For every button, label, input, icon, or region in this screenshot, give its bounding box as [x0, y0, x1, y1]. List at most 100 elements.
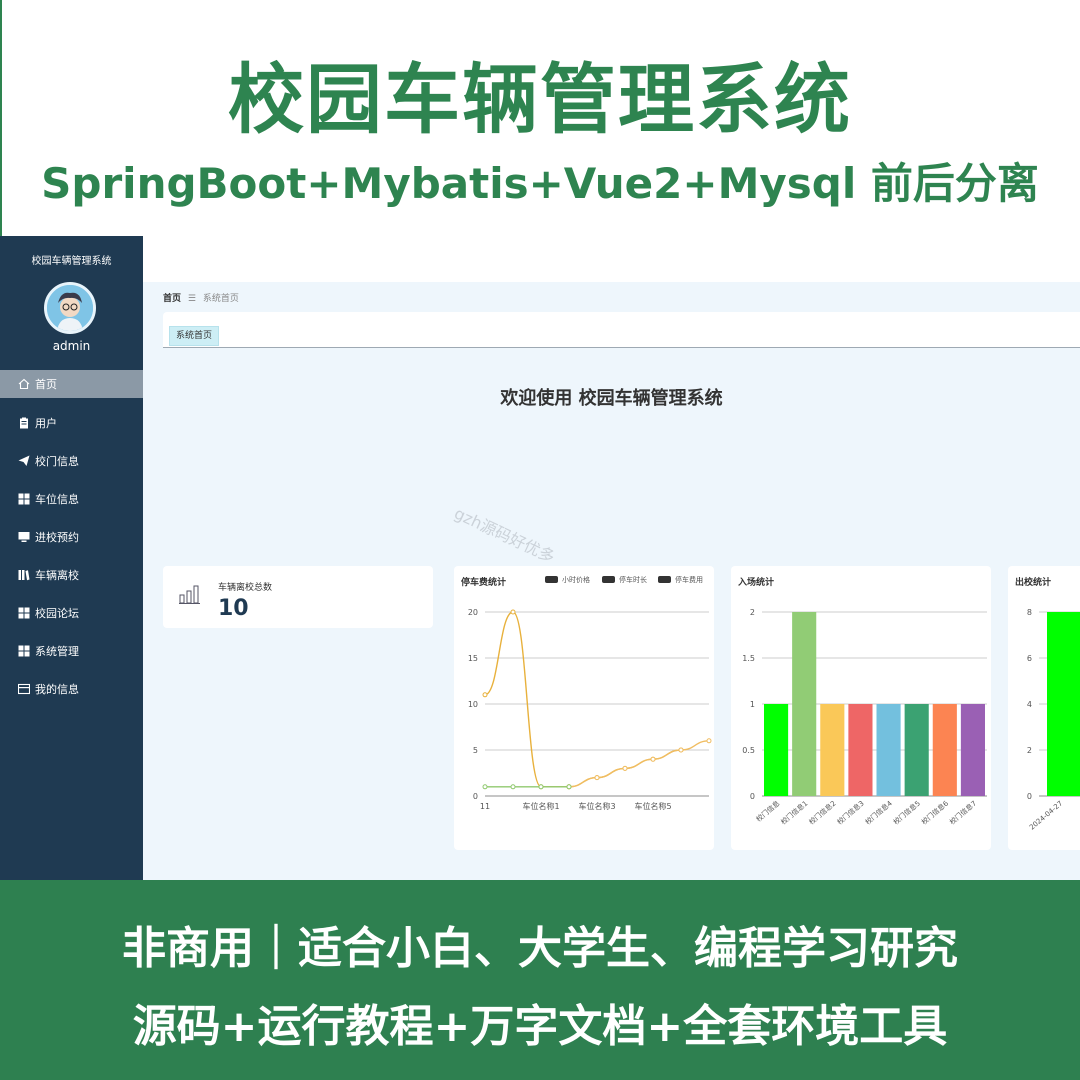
sidebar: 校园车辆管理系统 admin 首页 用户 校门信息 车位信息 进校预约 车辆离校… [0, 236, 143, 880]
sidebar-item-label: 首页 [35, 378, 57, 391]
legend-swatch [658, 576, 671, 583]
bar [820, 704, 845, 796]
stat-card-vehicle-exit: 车辆离校总数 10 [163, 566, 433, 628]
legend-label: 停车时长 [619, 575, 647, 584]
data-point [510, 784, 516, 790]
monitor-icon [18, 531, 30, 543]
tab-system-home[interactable]: 系统首页 [169, 326, 220, 346]
sidebar-item-label: 车辆离校 [35, 569, 79, 582]
breadcrumb-separator-icon: ☰ [187, 294, 196, 304]
data-point [538, 784, 544, 790]
x-tick-label: 2024-04-27 [1028, 799, 1064, 831]
x-tick-label: 车位名称1 [522, 801, 559, 811]
breadcrumb-current: 系统首页 [202, 294, 239, 304]
bar [876, 704, 901, 796]
y-tick-label: 0 [473, 792, 478, 801]
entry-bar-chart: 00.511.52校门信息校门信息1校门信息2校门信息3校门信息4校门信息5校门… [742, 608, 987, 827]
bar [960, 704, 985, 796]
x-tick-label: 校门信息7 [948, 799, 979, 827]
entry-stats-chart-card: 入场统计 0 0.5 1 1.5 2 校门信息 校门信息1 校门信息2 校门信息3 校门信息4 校门… [731, 566, 991, 850]
data-point [622, 765, 628, 771]
data-point [594, 775, 600, 781]
avatar[interactable] [44, 282, 96, 334]
bar [792, 612, 817, 796]
paper-plane-icon [18, 455, 30, 467]
sidebar-item-label: 校门信息 [35, 455, 79, 468]
data-point [650, 756, 656, 762]
banner-title: 校园车辆管理系统 [228, 55, 852, 144]
sidebar-item-label: 系统管理 [35, 645, 79, 658]
sidebar-item-label: 进校预约 [35, 531, 79, 544]
y-tick-label: 1.5 [742, 654, 755, 663]
x-tick-label: 校门信息3 [835, 799, 866, 827]
watermark: gzh源码好优多 [451, 503, 558, 567]
sidebar-menu: 首页 用户 校门信息 车位信息 进校预约 车辆离校 校园论坛 系统管理 我的信息 [0, 370, 143, 708]
data-point [482, 784, 488, 790]
x-tick-label: 校门信息2 [807, 799, 838, 827]
sidebar-item-gate-info[interactable]: 校门信息 [0, 442, 143, 480]
y-tick-label: 2 [750, 608, 755, 617]
y-tick-label: 20 [468, 608, 478, 617]
legend-swatch [545, 576, 558, 583]
stat-value: 10 [218, 596, 249, 621]
breadcrumb-home[interactable]: 首页 [163, 294, 181, 304]
tabs-bar: 系统首页 [163, 312, 1080, 348]
series-line [568, 740, 710, 788]
data-point [482, 692, 488, 698]
bar [764, 704, 789, 796]
y-tick-label: 5 [473, 746, 478, 755]
y-tick-label: 0 [750, 792, 755, 801]
x-tick-label: 车位名称5 [634, 801, 671, 811]
main-content: 首页 ☰ 系统首页 系统首页 欢迎使用 校园车辆管理系统 gzh源码好优多 车辆… [143, 282, 1080, 880]
sidebar-item-system-admin[interactable]: 系统管理 [0, 632, 143, 670]
bar [1047, 612, 1080, 796]
parking-fee-chart-card: 停车费统计 0 5 10 15 20 11 车位名称1 车位名称3 车位名称5 小时价格 停车时长停… [454, 566, 714, 850]
data-point [678, 747, 684, 753]
bar [904, 704, 929, 796]
parking-fee-line-chart: 0 5 10 15 20 11 车位名称1 车位名称3 车位名称5 小时价格 停车时长 停车费用 [468, 575, 712, 811]
bar [848, 704, 873, 796]
sidebar-item-label: 车位信息 [35, 493, 79, 506]
welcome-title: 欢迎使用 校园车辆管理系统 [500, 388, 723, 409]
grid-icon [18, 493, 30, 505]
data-point [510, 609, 516, 615]
sidebar-item-label: 校园论坛 [35, 607, 79, 620]
data-point [566, 784, 572, 790]
bar [932, 704, 957, 796]
sidebar-item-forum[interactable]: 校园论坛 [0, 594, 143, 632]
footer-line-2: 源码+运行教程+万字文档+全套环境工具 [132, 1001, 948, 1052]
x-tick-label: 车位名称3 [578, 801, 615, 811]
grid-icon [18, 607, 30, 619]
footer-line-1: 非商用｜适合小白、大学生、编程学习研究 [122, 923, 958, 974]
sidebar-item-home[interactable]: 首页 [0, 370, 143, 398]
sidebar-item-label: 我的信息 [35, 683, 79, 696]
y-tick-label: 0.5 [742, 746, 755, 755]
y-tick-label: 1 [750, 700, 755, 709]
grid-icon [18, 645, 30, 657]
sidebar-item-users[interactable]: 用户 [0, 404, 143, 442]
legend-label: 停车费用 [675, 575, 703, 584]
data-point [706, 738, 712, 744]
x-tick-label: 校门信息6 [919, 798, 950, 826]
exit-bar-chart: 0 2 4 6 8 2024-04-27 [1027, 608, 1080, 832]
bar-chart-icon [179, 584, 201, 604]
sidebar-item-my-info[interactable]: 我的信息 [0, 670, 143, 708]
x-tick-label: 校门信息 [754, 799, 781, 824]
y-tick-label: 6 [1027, 654, 1032, 663]
clipboard-icon [18, 417, 30, 429]
x-tick-label: 校门信息5 [891, 799, 922, 827]
home-icon [18, 378, 30, 390]
legend-swatch [602, 576, 615, 583]
promo-footer: 非商用｜适合小白、大学生、编程学习研究 源码+运行教程+万字文档+全套环境工具 [0, 880, 1080, 1080]
y-tick-label: 2 [1027, 746, 1032, 755]
sidebar-item-vehicle-exit[interactable]: 车辆离校 [0, 556, 143, 594]
sidebar-item-entry-booking[interactable]: 进校预约 [0, 518, 143, 556]
sidebar-item-parking-info[interactable]: 车位信息 [0, 480, 143, 518]
sidebar-app-title: 校园车辆管理系统 [31, 256, 112, 267]
x-tick-label: 校门信息1 [779, 799, 810, 827]
exit-stats-chart-card: 出校统计 0 2 4 6 8 2024-04-27 [1008, 566, 1080, 850]
stat-label: 车辆离校总数 [218, 583, 273, 593]
y-tick-label: 10 [468, 700, 478, 709]
y-tick-label: 8 [1027, 608, 1032, 617]
card-icon [18, 683, 30, 695]
